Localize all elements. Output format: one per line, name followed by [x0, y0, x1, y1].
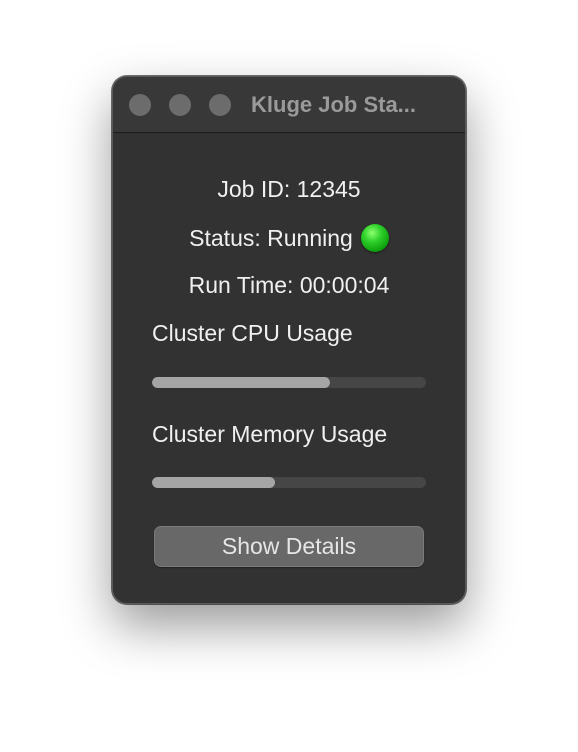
job-id-label: Job ID: 12345 [217, 176, 361, 202]
run-time-label: Run Time: 00:00:04 [188, 272, 390, 298]
zoom-window-button[interactable] [209, 94, 231, 116]
cpu-usage-bar [152, 377, 426, 388]
cpu-usage-fill [152, 377, 331, 388]
status-label: Status: Running [189, 225, 353, 251]
close-window-button[interactable] [129, 94, 151, 116]
status-row: Status: Running [113, 224, 465, 252]
memory-usage-fill [152, 477, 276, 488]
memory-usage-bar [152, 477, 426, 488]
minimize-window-button[interactable] [169, 94, 191, 116]
job-status-window: Kluge Job Sta... Job ID: 12345 Status: R… [112, 76, 466, 604]
status-indicator-icon [360, 224, 389, 252]
title-bar[interactable]: Kluge Job Sta... [113, 77, 465, 133]
show-details-button[interactable]: Show Details [154, 526, 424, 567]
cpu-usage-label: Cluster CPU Usage [152, 320, 353, 346]
window-title: Kluge Job Sta... [251, 92, 417, 117]
memory-usage-label: Cluster Memory Usage [152, 421, 388, 447]
